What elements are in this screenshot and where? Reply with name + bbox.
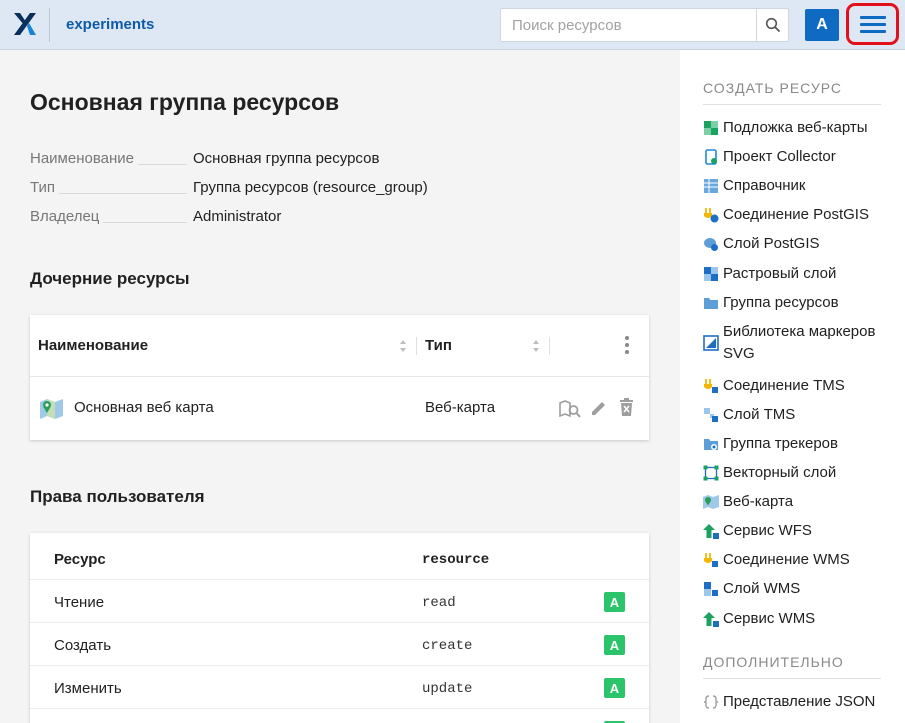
column-header-name[interactable]: Наименование xyxy=(38,337,148,354)
permission-allowed-badge: A xyxy=(604,678,625,698)
permission-allowed-badge: A xyxy=(604,592,625,612)
table-row: Создать create A xyxy=(30,623,649,666)
extra-heading: ДОПОЛНИТЕЛЬНО xyxy=(703,654,844,670)
top-bar: experiments A xyxy=(0,0,905,50)
permission-code: read xyxy=(422,595,456,611)
permission-allowed-badge: A xyxy=(604,635,625,655)
child-name[interactable]: Основная веб карта xyxy=(74,399,214,416)
sort-icon[interactable] xyxy=(532,338,540,354)
table-row: Чтение read A xyxy=(30,580,649,623)
permission-label: Создать xyxy=(54,637,112,654)
main-content: Основная группа ресурсов Наименование Ос… xyxy=(0,50,680,723)
permission-code: update xyxy=(422,681,473,697)
search-button[interactable] xyxy=(756,8,789,42)
tms-connection-icon xyxy=(704,379,718,393)
hamburger-icon xyxy=(859,12,886,37)
json-icon xyxy=(703,695,719,709)
svg-marker-library-icon xyxy=(703,335,719,351)
search-input[interactable] xyxy=(500,8,757,42)
postgis-connection-icon xyxy=(704,208,719,223)
prop-key: Тип xyxy=(30,179,60,196)
wms-connection-icon xyxy=(704,553,718,567)
prop-row-type: Тип Группа ресурсов (resource_group) xyxy=(30,178,650,207)
table-row[interactable]: Основная веб карта Веб-карта xyxy=(30,377,649,440)
prop-value: Основная группа ресурсов xyxy=(193,150,380,167)
prop-value: Группа ресурсов (resource_group) xyxy=(193,179,428,196)
edit-icon[interactable] xyxy=(590,399,608,417)
page-title: Основная группа ресурсов xyxy=(30,89,340,115)
column-menu-icon[interactable] xyxy=(624,336,630,356)
logo-divider xyxy=(49,8,50,42)
vector-layer-icon xyxy=(703,465,719,481)
collector-icon xyxy=(705,149,717,165)
prop-key: Владелец xyxy=(30,208,104,225)
raster-layer-icon xyxy=(704,267,718,281)
wms-layer-icon xyxy=(704,582,718,596)
column-header-type[interactable]: Тип xyxy=(425,337,452,354)
tms-layer-icon xyxy=(704,408,718,422)
permissions-table: Ресурс resource Чтение read A Создать cr… xyxy=(30,533,649,723)
table-row: Изменить update A xyxy=(30,666,649,709)
prop-key: Наименование xyxy=(30,150,138,167)
lookup-table-icon xyxy=(704,179,718,193)
open-map-icon[interactable] xyxy=(559,399,581,419)
permission-code: create xyxy=(422,638,473,654)
resource-properties: Наименование Основная группа ресурсов Ти… xyxy=(30,149,650,236)
user-avatar-button[interactable]: A xyxy=(805,9,839,41)
table-row xyxy=(30,709,649,723)
prop-row-owner: Владелец Administrator xyxy=(30,207,650,236)
column-header-code: resource xyxy=(422,552,490,568)
child-type: Веб-карта xyxy=(425,399,496,416)
create-resource-heading: СОЗДАТЬ РЕСУРС xyxy=(703,80,843,96)
wfs-service-icon xyxy=(703,524,719,539)
children-table: Наименование Тип Основная веб карта Веб-… xyxy=(30,315,649,440)
sort-icon[interactable] xyxy=(399,338,407,354)
app-title[interactable]: experiments xyxy=(66,16,154,33)
main-menu-button[interactable] xyxy=(846,3,899,45)
basemap-icon xyxy=(704,121,718,135)
children-table-header: Наименование Тип xyxy=(30,315,649,377)
prop-row-name: Наименование Основная группа ресурсов xyxy=(30,149,650,178)
permission-label: Изменить xyxy=(54,680,122,697)
webmap-icon xyxy=(703,495,719,509)
search-icon xyxy=(765,17,780,33)
tracker-group-icon xyxy=(704,439,718,450)
wms-service-icon xyxy=(703,612,719,627)
folder-icon xyxy=(704,298,718,309)
delete-icon[interactable] xyxy=(619,398,634,417)
column-header-resource: Ресурс xyxy=(54,551,106,568)
children-heading: Дочерние ресурсы xyxy=(30,269,190,288)
sidebar: СОЗДАТЬ РЕСУРС Подложка веб-карты Проект… xyxy=(680,50,905,723)
permissions-heading: Права пользователя xyxy=(30,487,205,506)
webmap-icon xyxy=(40,399,63,419)
prop-value: Administrator xyxy=(193,208,282,225)
permissions-header: Ресурс resource xyxy=(30,537,649,580)
postgis-layer-icon xyxy=(704,238,718,251)
permission-label: Чтение xyxy=(54,594,105,611)
app-logo-icon[interactable] xyxy=(13,12,37,36)
